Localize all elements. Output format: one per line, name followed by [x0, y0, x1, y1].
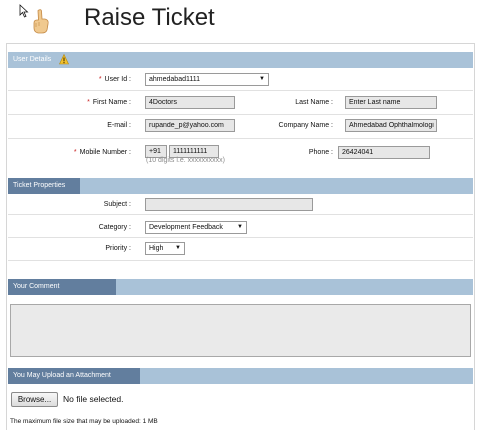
category-select[interactable]: Development Feedback ▼ [145, 221, 247, 234]
divider [8, 90, 473, 91]
subject-input[interactable] [145, 198, 313, 211]
mobile-number-hint: (10 digits i.e. xxxxxxxxxx) [146, 157, 225, 164]
company-name-input[interactable] [345, 119, 437, 132]
comment-section-header: Your Comment [8, 279, 473, 295]
attachment-section-title: You May Upload an Attachment [8, 368, 140, 384]
subject-label: Subject : [103, 201, 131, 208]
priority-label: Priority : [105, 245, 131, 252]
chevron-down-icon: ▼ [259, 76, 265, 82]
last-name-input[interactable] [345, 96, 437, 109]
page-title: Raise Ticket [84, 4, 215, 31]
company-name-label: Company Name : [278, 122, 333, 129]
last-name-label: Last Name : [295, 99, 333, 106]
mobile-number-label: * Mobile Number : [73, 149, 131, 156]
chevron-down-icon: ▼ [237, 224, 243, 230]
no-file-selected-text: No file selected. [63, 394, 124, 404]
divider [8, 237, 473, 238]
comment-section-title: Your Comment [8, 279, 116, 295]
browse-button[interactable]: Browse... [11, 392, 58, 407]
ticket-properties-section-header: Ticket Properties [8, 178, 473, 194]
priority-select[interactable]: High ▼ [145, 242, 185, 255]
comment-textarea[interactable] [10, 304, 471, 357]
user-id-label: * User Id : [98, 76, 131, 83]
user-details-section-header: User Details [8, 52, 473, 68]
divider [8, 260, 473, 261]
user-id-select[interactable]: ahmedabad1111 ▼ [145, 73, 269, 86]
divider [8, 138, 473, 139]
email-input[interactable] [145, 119, 235, 132]
phone-input[interactable] [338, 146, 430, 159]
email-label: E-mail : [107, 122, 131, 129]
ticket-form: User Details * User Id : ahmedabad1111 ▼ *… [6, 43, 475, 430]
warning-icon [59, 54, 69, 65]
ticket-properties-section-title: Ticket Properties [8, 178, 80, 194]
divider [8, 114, 473, 115]
first-name-label: * First Name : [87, 99, 131, 106]
chevron-down-icon: ▼ [175, 245, 181, 251]
pointing-hand-icon [33, 9, 49, 34]
category-label: Category : [98, 224, 131, 231]
phone-label: Phone : [308, 149, 333, 156]
first-name-input[interactable] [145, 96, 235, 109]
mouse-cursor-icon [19, 4, 29, 18]
max-file-size-text: The maximum file size that may be upload… [10, 418, 158, 425]
divider [8, 214, 473, 215]
attachment-section-header: You May Upload an Attachment [8, 368, 473, 384]
